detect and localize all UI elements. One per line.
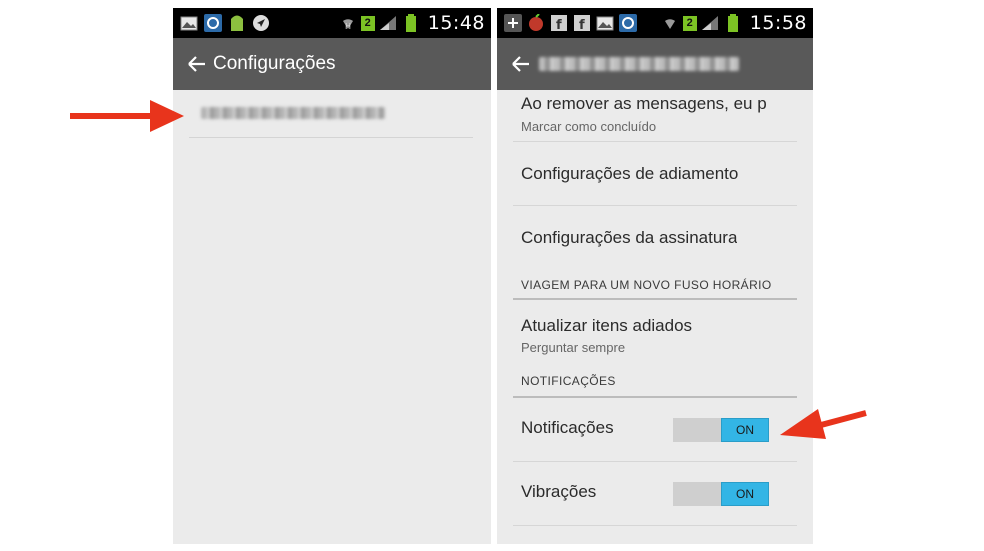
settings-items: Ao remover as mensagens, eu p Marcar com… [513, 90, 797, 526]
list-item[interactable]: Configurações de adiamento [513, 142, 797, 206]
red-arrow-icon [778, 405, 868, 450]
item-title: Notificações [521, 418, 614, 437]
left-phone-screen: H 2 15:48 Configurações [173, 8, 491, 544]
status-clock: 15:48 [427, 12, 485, 34]
action-bar: Configurações [173, 38, 491, 90]
sync-icon [618, 14, 638, 32]
item-title: Configurações da assinatura [521, 228, 738, 247]
gallery-icon [179, 14, 199, 32]
section-header-travel: VIAGEM PARA UM NOVO FUSO HORÁRIO [513, 270, 797, 300]
item-title: Configurações de adiamento [521, 164, 739, 183]
page-title: Configurações [213, 53, 336, 74]
status-bar: f f 2 15:58 [497, 8, 813, 38]
notifications-toggle[interactable]: ON [673, 418, 769, 442]
gallery-icon [595, 14, 615, 32]
back-arrow-icon[interactable] [187, 52, 211, 76]
item-title: Vibrações [521, 482, 597, 501]
list-item[interactable]: Configurações da assinatura [513, 206, 797, 270]
toggle-on-label: ON [721, 482, 769, 506]
vibrations-toggle[interactable]: ON [673, 482, 769, 506]
action-bar [497, 38, 813, 90]
section-label: VIAGEM PARA UM NOVO FUSO HORÁRIO [521, 278, 772, 292]
signal-icon [700, 14, 720, 32]
list-item-notifications[interactable]: Notificações ON [513, 398, 797, 462]
facebook-icon-2: f [572, 14, 592, 32]
battery-icon [723, 14, 743, 32]
battery-icon [401, 14, 421, 32]
svg-text:f: f [579, 18, 585, 31]
item-title: Atualizar itens adiados [521, 316, 693, 335]
signal-badge: 2 [360, 15, 375, 31]
status-bar: H 2 15:48 [173, 8, 491, 38]
item-subtitle: Perguntar sempre [521, 340, 626, 355]
wifi-icon: H [338, 14, 358, 32]
section-label: NOTIFICAÇÕES [521, 374, 616, 388]
item-title: Ao remover as mensagens, eu p [521, 94, 767, 113]
add-icon [503, 14, 523, 32]
game-icon [526, 14, 546, 32]
back-arrow-icon[interactable] [511, 52, 535, 76]
facebook-icon: f [549, 14, 569, 32]
red-arrow-icon [70, 98, 186, 139]
list-item-vibrations[interactable]: Vibrações ON [513, 462, 797, 526]
svg-text:H: H [345, 22, 351, 31]
navigation-icon [251, 14, 271, 32]
list-item[interactable]: Atualizar itens adiados Perguntar sempre [513, 300, 797, 368]
sync-icon [203, 14, 223, 32]
section-header-notifications: NOTIFICAÇÕES [513, 368, 797, 398]
toggle-on-label: ON [721, 418, 769, 442]
wifi-icon [660, 14, 680, 32]
blurred-account-title [539, 57, 739, 71]
status-clock: 15:58 [749, 12, 807, 34]
right-phone-screen: f f 2 15:58 Ao remover as mensagens, eu … [497, 8, 813, 544]
signal-icon [378, 14, 398, 32]
blurred-account-email [201, 107, 385, 119]
svg-text:f: f [556, 18, 562, 31]
item-subtitle: Marcar como concluído [521, 119, 657, 134]
list-item[interactable]: Ao remover as mensagens, eu p Marcar com… [513, 90, 797, 142]
android-icon [227, 14, 247, 32]
signal-badge: 2 [682, 15, 697, 31]
account-list-item[interactable] [189, 90, 473, 138]
